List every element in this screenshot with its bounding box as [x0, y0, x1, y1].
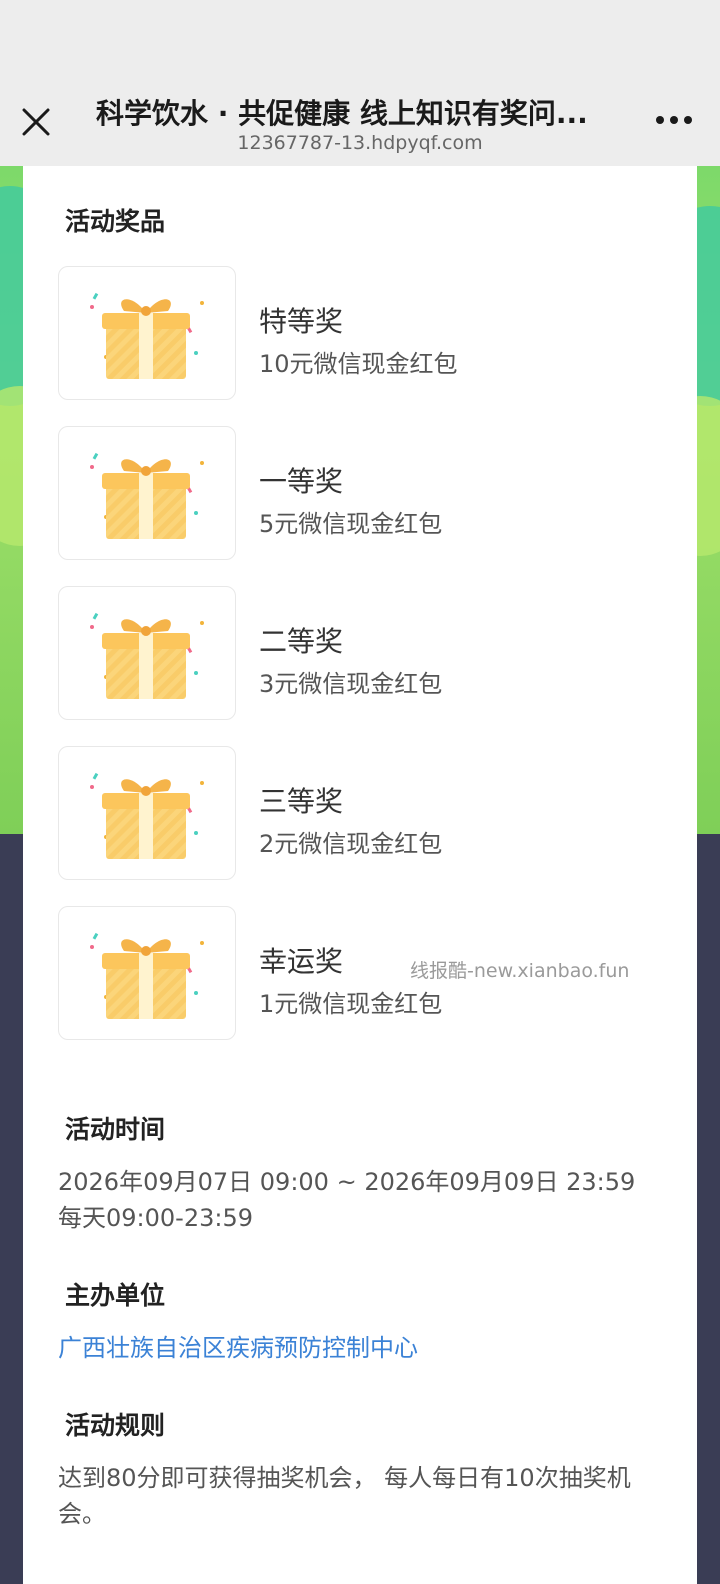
gift-box-icon	[58, 746, 236, 880]
gift-box-icon	[58, 586, 236, 720]
prize-desc: 10元微信现金红包	[259, 350, 458, 378]
content-card: 活动奖品 特等奖 10元微信现金红包 一等奖 5元微信现金红包 二等奖 3元微信…	[23, 166, 697, 1584]
more-dots-icon[interactable]	[654, 112, 694, 126]
nav-bar: 科学饮水 · 共促健康 线上知识有奖问... 12367787-13.hdpyq…	[0, 0, 720, 166]
prizes-section-title: 活动奖品	[55, 202, 178, 248]
rules-section-title: 活动规则	[55, 1406, 178, 1452]
prize-desc: 1元微信现金红包	[259, 990, 443, 1018]
time-daily: 每天09:00-23:59	[58, 1204, 253, 1232]
prize-name: 幸运奖	[259, 945, 344, 978]
time-range: 2026年09月07日 09:00 ~ 2026年09月09日 23:59	[58, 1168, 636, 1196]
prize-name: 一等奖	[259, 465, 344, 498]
prize-desc: 2元微信现金红包	[259, 830, 443, 858]
prize-name: 特等奖	[259, 305, 344, 338]
watermark: 线报酷-new.xianbao.fun	[410, 960, 630, 982]
gift-box-icon	[58, 426, 236, 560]
prize-item: 二等奖 3元微信现金红包	[58, 586, 678, 720]
gift-box-icon	[58, 906, 236, 1040]
rules-text: 达到80分即可获得抽奖机会， 每人每日有10次抽奖机会。	[58, 1464, 631, 1528]
prize-desc: 5元微信现金红包	[259, 510, 443, 538]
prize-name: 三等奖	[259, 785, 344, 818]
page-title: 科学饮水 · 共促健康 线上知识有奖问...	[96, 97, 588, 130]
prize-item: 特等奖 10元微信现金红包	[58, 266, 678, 400]
page-url: 12367787-13.hdpyqf.com	[237, 132, 483, 154]
organizer-section-title: 主办单位	[55, 1276, 178, 1322]
organizer-link[interactable]: 广西壮族自治区疾病预防控制中心	[58, 1330, 668, 1366]
prize-name: 二等奖	[259, 625, 344, 658]
prize-desc: 3元微信现金红包	[259, 670, 443, 698]
prize-item: 一等奖 5元微信现金红包	[58, 426, 678, 560]
time-section-title: 活动时间	[55, 1110, 178, 1156]
prize-item: 三等奖 2元微信现金红包	[58, 746, 678, 880]
gift-box-icon	[58, 266, 236, 400]
